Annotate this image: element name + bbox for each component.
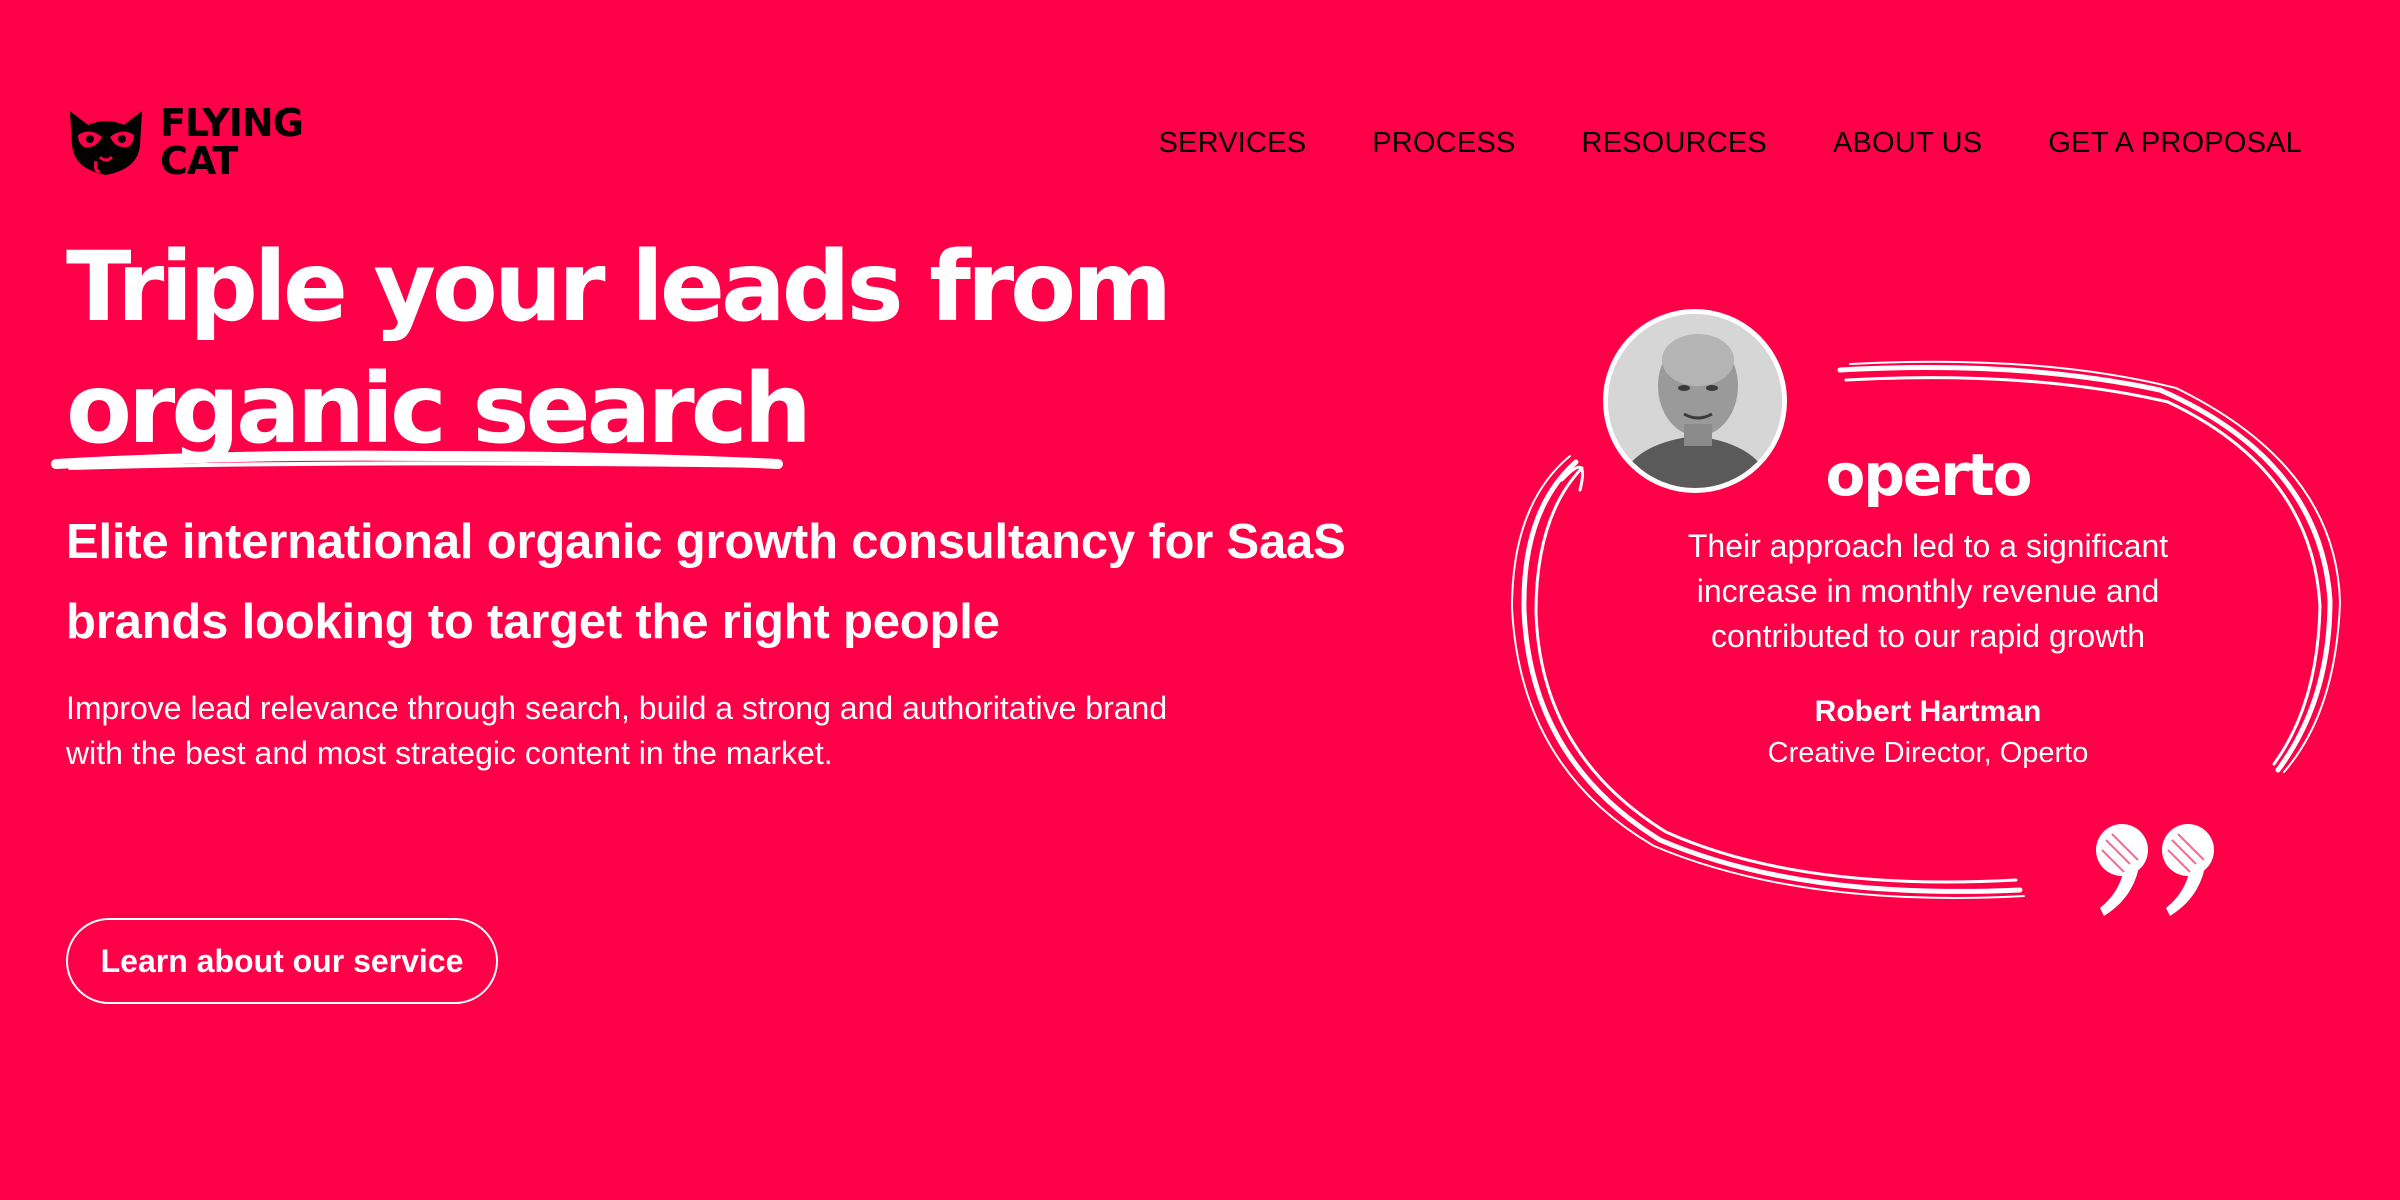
headline-highlight: organic search [51, 348, 812, 470]
quote-line-1: Their approach led to a significant [1687, 528, 2169, 564]
subheadline-line-1: Elite international organic growth consu… [66, 515, 1346, 569]
subheadline-line-2: brands looking to target the right peopl… [66, 595, 1000, 649]
quote-line-2: increase in monthly revenue and [1696, 573, 2160, 609]
testimonial-company-logo: operto [1825, 441, 2033, 509]
headline-line-1: Triple your leads from [66, 231, 1172, 343]
learn-about-service-button[interactable]: Learn about our service [66, 918, 498, 1004]
headline-line-2: organic search [51, 348, 1466, 470]
nav-resources[interactable]: RESOURCES [1581, 126, 1767, 160]
logo-line-1: FLYING [160, 101, 304, 145]
nav-services[interactable]: SERVICES [1159, 126, 1307, 160]
logo[interactable]: FLYING CAT [66, 101, 304, 183]
nav-about-us[interactable]: ABOUT US [1833, 126, 1982, 160]
brush-underline-icon [51, 450, 783, 470]
testimonial-author: Robert Hartman [1814, 695, 2042, 728]
testimonial-quote: Their approach led to a significant incr… [1628, 524, 2228, 659]
nav-process[interactable]: PROCESS [1372, 126, 1515, 160]
description-line-2: with the best and most strategic content… [66, 735, 833, 771]
hero-description: Improve lead relevance through search, b… [66, 686, 1266, 776]
logo-wordmark: FLYING CAT [160, 101, 304, 183]
hero-headline: Triple your leads from organic search [51, 226, 1466, 470]
quote-line-3: contributed to our rapid growth [1710, 618, 2146, 654]
hero-section: Triple your leads from organic search El… [51, 226, 1466, 776]
quote-marks-icon [2096, 824, 2214, 916]
testimonial-role: Creative Director, Operto [1767, 737, 2089, 769]
hero-subheadline: Elite international organic growth consu… [66, 502, 1446, 662]
cat-head-icon [66, 105, 146, 179]
description-line-1: Improve lead relevance through search, b… [66, 690, 1168, 726]
nav-get-a-proposal[interactable]: GET A PROPOSAL [2048, 126, 2302, 160]
main-nav: SERVICES PROCESS RESOURCES ABOUT US GET … [1159, 126, 2303, 160]
logo-line-2: CAT [160, 139, 238, 183]
